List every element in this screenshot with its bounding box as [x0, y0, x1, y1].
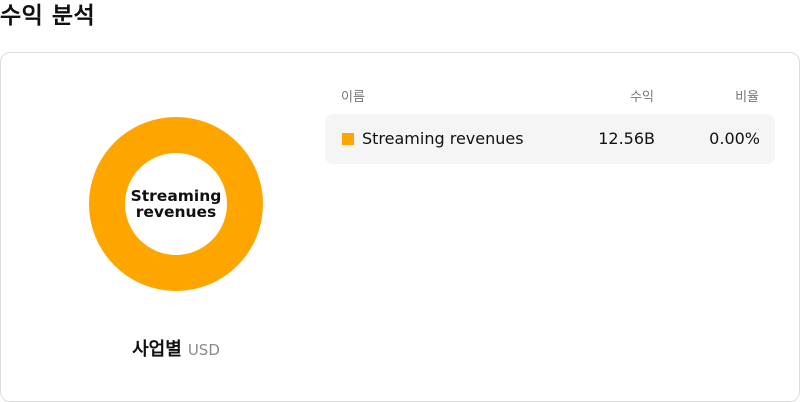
row-revenue: 12.56B: [598, 129, 655, 148]
chart-caption-currency: USD: [187, 341, 220, 359]
column-header-revenue[interactable]: 수익: [561, 86, 654, 105]
table-row[interactable]: Streaming revenues 12.56B 0.00%: [325, 114, 775, 164]
row-percent: 0.00%: [709, 129, 760, 148]
page-title: 수익 분석: [0, 3, 96, 29]
donut-chart: Streaming revenues: [87, 115, 265, 293]
column-header-name[interactable]: 이름: [341, 86, 365, 105]
column-header-percent[interactable]: 비율: [681, 86, 759, 105]
row-name: Streaming revenues: [362, 129, 524, 148]
chart-caption: 사업별 USD: [1, 335, 351, 361]
donut-center-label-wrap: Streaming revenues: [87, 115, 265, 293]
donut-center-label: Streaming revenues: [130, 187, 222, 221]
chart-caption-title: 사업별: [132, 339, 182, 360]
legend-swatch: [342, 133, 354, 145]
revenue-breakdown-card: Streaming revenues 사업별 USD 이름 수익 비율 Strea…: [0, 52, 800, 402]
